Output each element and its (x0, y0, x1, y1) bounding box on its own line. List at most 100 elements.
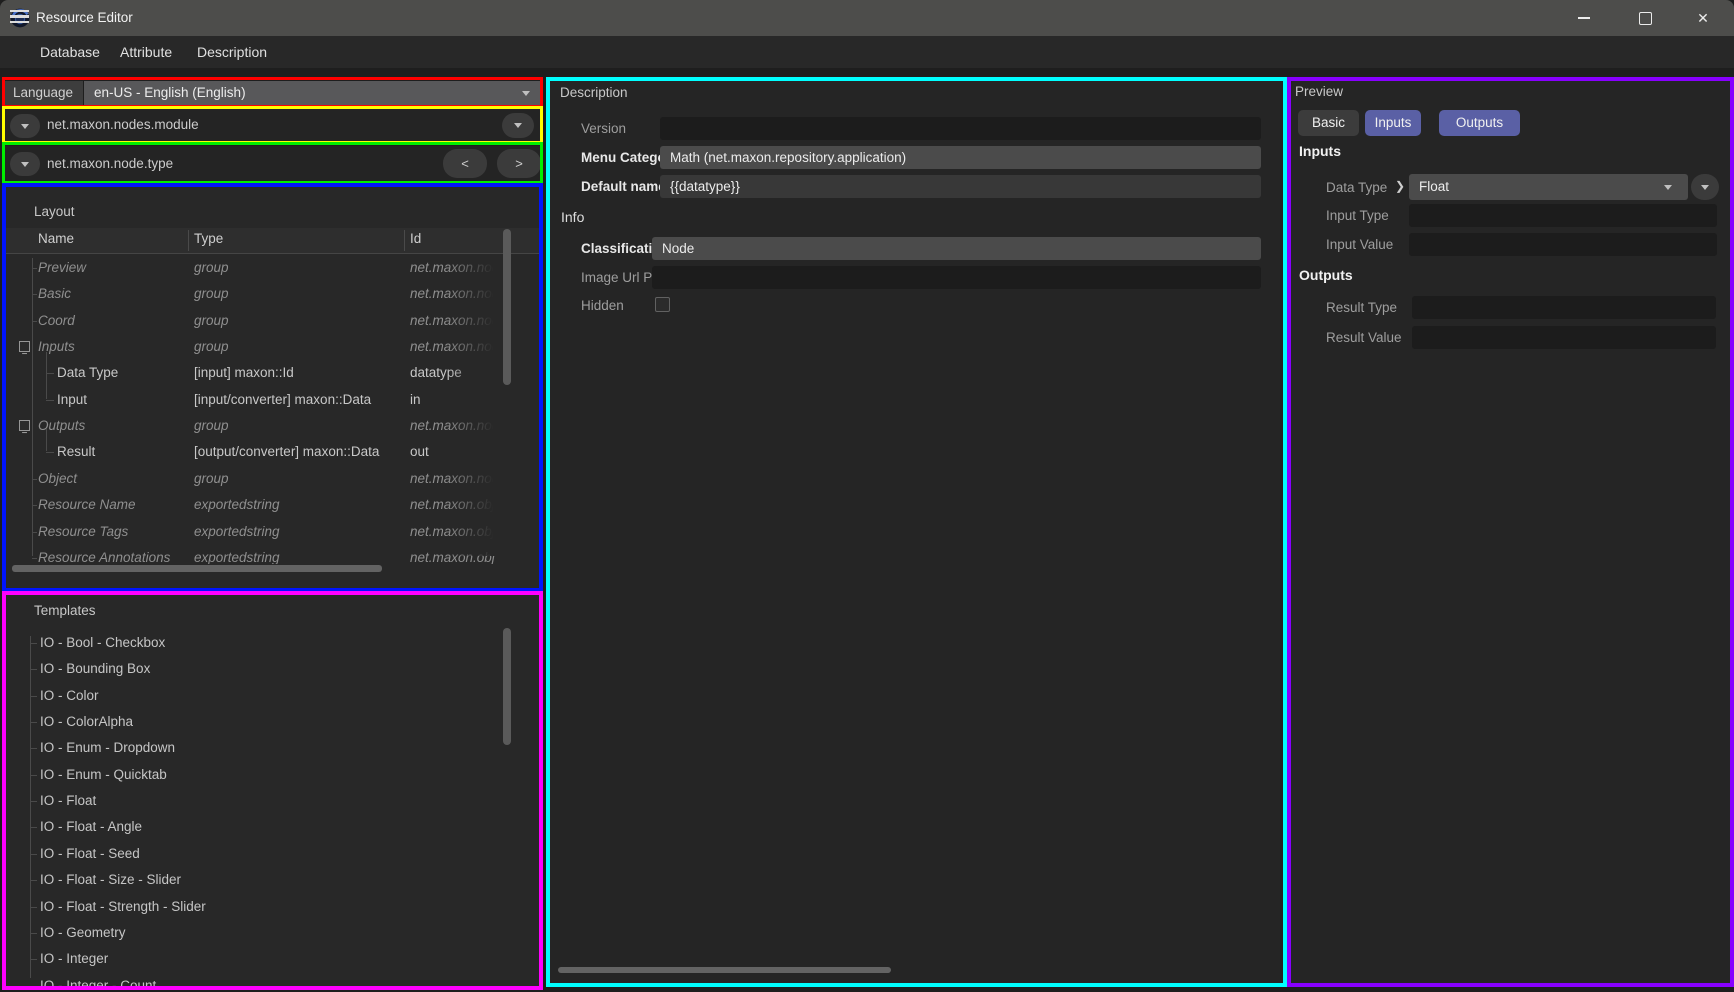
minimize-button[interactable] (1561, 0, 1607, 36)
minimize-icon (1578, 17, 1590, 19)
chevron-down-icon (522, 91, 530, 96)
next-node-button[interactable]: > (497, 149, 541, 178)
templates-vertical-scrollbar[interactable] (503, 628, 511, 745)
resource-editor-window: Resource Editor ✕ Database Attribute Des… (0, 0, 1734, 992)
tree-guide-tick (30, 959, 37, 960)
tree-collapse-icon[interactable]: − (19, 341, 30, 352)
list-item[interactable]: IO - Geometry (2, 920, 541, 946)
language-value: en-US - English (English) (94, 85, 246, 100)
list-item[interactable]: IO - Float - Seed (2, 841, 541, 867)
tree-guide-tick (32, 558, 37, 559)
breadcrumb-chevron-icon: ❯ (1395, 179, 1405, 193)
template-item-label: IO - Float - Seed (40, 841, 140, 867)
result-value-label: Result Value (1326, 326, 1402, 349)
menu-database[interactable]: Database (40, 36, 100, 68)
image-url-port-field[interactable] (652, 266, 1261, 289)
default-name-label: Default name (581, 175, 666, 198)
tree-guide-tick (30, 880, 37, 881)
list-item[interactable]: IO - Integer (2, 946, 541, 972)
tree-row-type: group (194, 308, 229, 334)
version-field[interactable] (660, 117, 1261, 140)
tree-collapse-icon[interactable]: − (19, 420, 30, 431)
tree-vertical-scrollbar[interactable] (503, 229, 511, 385)
tree-guide-tick (32, 321, 37, 322)
template-item-label: IO - Float - Strength - Slider (40, 894, 206, 920)
result-value-field[interactable] (1412, 326, 1716, 349)
tree-row-name: Outputs (38, 413, 85, 439)
language-dropdown[interactable]: en-US - English (English) (84, 81, 540, 105)
list-item[interactable]: IO - Integer - Count (2, 973, 541, 986)
list-item[interactable]: IO - Color (2, 683, 541, 709)
result-type-label: Result Type (1326, 296, 1397, 319)
tree-guide-tick (30, 827, 37, 828)
tree-row-id: out (410, 439, 429, 465)
tree-guide-tick (46, 400, 54, 401)
default-name-field[interactable]: {{datatype}} (660, 175, 1261, 198)
input-type-field[interactable] (1409, 204, 1717, 227)
preview-panel: Preview BasicInputsOutputs Inputs Data T… (1288, 79, 1734, 986)
module-row: net.maxon.nodes.module (2, 109, 541, 142)
tree-guide-tick (30, 801, 37, 802)
menu-attribute[interactable]: Attribute (120, 36, 172, 68)
tree-horizontal-scrollbar[interactable] (12, 565, 382, 572)
tree-row-name: Result (57, 439, 95, 465)
list-item[interactable]: IO - Bounding Box (2, 656, 541, 682)
data-type-extra-button[interactable] (1691, 174, 1719, 200)
tree-guide-tick (32, 505, 37, 506)
tree-guide-tick (32, 532, 37, 533)
module-id-field[interactable]: net.maxon.nodes.module (47, 112, 199, 138)
version-label: Version (581, 117, 626, 140)
layout-tree-panel: Layout Name Type Id Previewgroupnet.maxo… (2, 184, 541, 591)
title-bar[interactable]: Resource Editor ✕ (0, 0, 1734, 36)
template-item-label: IO - Integer (40, 946, 108, 972)
tree-row-type: group (194, 413, 229, 439)
list-item[interactable]: IO - Enum - Quicktab (2, 762, 541, 788)
list-item[interactable]: IO - Float (2, 788, 541, 814)
input-value-field[interactable] (1409, 233, 1717, 256)
classification-field[interactable]: Node (652, 237, 1261, 260)
node-type-dropdown-button[interactable] (10, 152, 40, 176)
description-horizontal-scrollbar[interactable] (558, 967, 891, 973)
preview-panel-title: Preview (1295, 84, 1343, 99)
tree-row-name: Input (57, 387, 87, 413)
tree-row-name: Inputs (38, 334, 75, 360)
list-item[interactable]: IO - Bool - Checkbox (2, 630, 541, 656)
tab-outputs[interactable]: Outputs (1439, 110, 1520, 136)
tree-guide-tick (30, 669, 37, 670)
list-item[interactable]: IO - Enum - Dropdown (2, 735, 541, 761)
tree-row-name: Object (38, 466, 77, 492)
tab-basic[interactable]: Basic (1298, 110, 1359, 136)
chevron-down-icon (514, 123, 522, 128)
outputs-section-title: Outputs (1299, 267, 1353, 283)
template-item-label: IO - Float - Angle (40, 814, 142, 840)
result-type-field[interactable] (1412, 296, 1716, 319)
template-item-label: IO - Float (40, 788, 96, 814)
template-item-label: IO - Enum - Dropdown (40, 735, 175, 761)
list-item[interactable]: IO - Float - Size - Slider (2, 867, 541, 893)
node-type-id-field[interactable]: net.maxon.node.type (47, 151, 173, 177)
description-panel-title: Description (560, 85, 628, 100)
maximize-button[interactable] (1622, 0, 1668, 36)
chevron-down-icon (21, 162, 29, 167)
menu-description[interactable]: Description (197, 36, 267, 68)
hidden-checkbox[interactable] (655, 297, 670, 312)
maximize-icon (1639, 12, 1652, 25)
hamburger-menu-icon[interactable] (10, 10, 29, 23)
tree-guide-tick (30, 854, 37, 855)
module-list-button[interactable] (502, 113, 534, 138)
data-type-dropdown[interactable]: Float (1409, 174, 1688, 200)
tree-guide-tick (30, 643, 37, 644)
close-icon: ✕ (1697, 11, 1709, 25)
module-dropdown-button[interactable] (10, 114, 40, 138)
close-button[interactable]: ✕ (1680, 0, 1726, 36)
list-item[interactable]: IO - Float - Strength - Slider (2, 894, 541, 920)
list-item[interactable]: IO - Float - Angle (2, 814, 541, 840)
list-item[interactable]: IO - ColorAlpha (2, 709, 541, 735)
tree-row-type: [input/converter] maxon::Data (194, 387, 371, 413)
tree-guide-tick (46, 452, 54, 453)
menu-category-field[interactable]: Math (net.maxon.repository.application) (660, 146, 1261, 169)
tree-guide-tick (30, 775, 37, 776)
prev-node-button[interactable]: < (443, 149, 487, 178)
tab-inputs[interactable]: Inputs (1365, 110, 1421, 136)
tree-row-type: group (194, 281, 229, 307)
